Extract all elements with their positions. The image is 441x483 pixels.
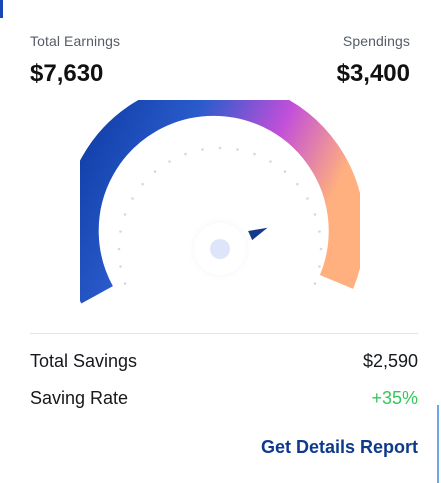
scrollbar[interactable] — [437, 405, 439, 483]
total-savings-label: Total Savings — [30, 351, 138, 371]
gauge-hub-center — [210, 239, 230, 259]
gauge-tick-dot — [201, 148, 204, 151]
gauge-tick-dot — [318, 265, 321, 268]
left-edge-accent — [0, 0, 3, 18]
gauge-tick-dot — [313, 213, 317, 216]
gauge-tick-dot — [236, 148, 239, 151]
total-earnings-value: $7,630 — [30, 60, 104, 87]
earnings-card: Total Earnings $7,630 Spendings $3,400 T… — [0, 0, 441, 483]
gauge-tick-dot — [117, 247, 121, 251]
gauge-tick-dot — [123, 213, 127, 216]
gauge-tick-dot — [269, 160, 272, 163]
spendings-label: Spendings — [342, 33, 410, 49]
gauge-tick-dot — [119, 230, 122, 233]
gauge-tick-dot — [319, 247, 323, 251]
spendings-value: $3,400 — [336, 60, 410, 87]
gauge-tick-dot — [184, 152, 187, 156]
divider — [30, 333, 418, 334]
gauge-tick-dot — [313, 282, 317, 285]
gauge-tick-dot — [153, 170, 157, 173]
gauge-tick-dot — [131, 197, 134, 200]
gauge-tick-dot — [141, 182, 144, 186]
saving-rate-label: Saving Rate — [30, 388, 129, 408]
gauge-tick-dot — [119, 265, 122, 268]
total-savings-value: $2,590 — [362, 351, 418, 371]
gauge-tick-dot — [253, 152, 256, 156]
gauge-tick-dot — [123, 282, 127, 285]
gauge-tick-dot — [318, 230, 321, 233]
gauge-tick-dot — [283, 170, 287, 173]
gauge-tick-dot — [306, 197, 309, 200]
get-details-report-link[interactable]: Get Details Report — [261, 437, 418, 458]
total-earnings-label: Total Earnings — [30, 33, 121, 49]
gauge-tick-dot — [168, 160, 171, 163]
gauge-tick-dot — [218, 146, 222, 150]
gauge-tick-dot — [296, 182, 299, 186]
saving-rate-value: +35% — [371, 388, 418, 408]
savings-gauge — [80, 100, 360, 304]
